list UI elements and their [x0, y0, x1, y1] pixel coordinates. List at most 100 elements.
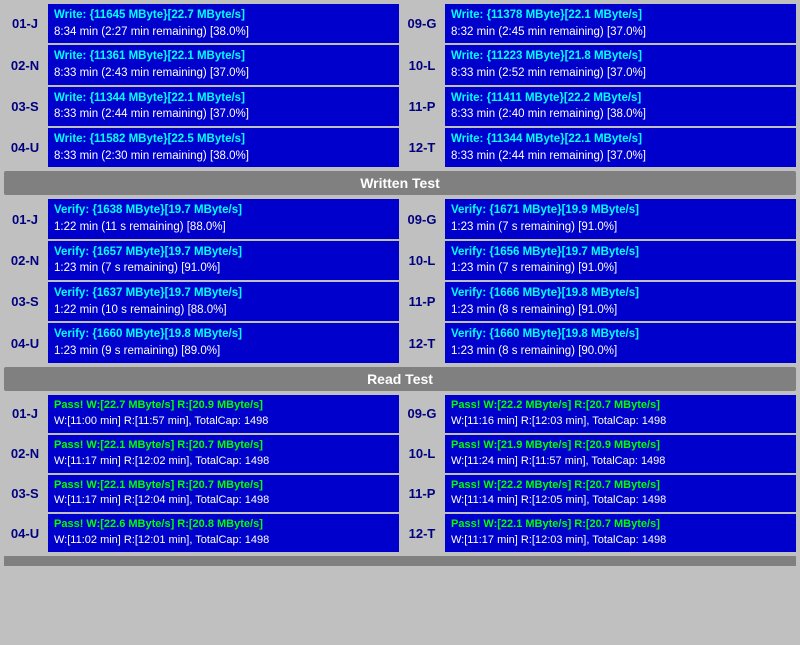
id-badge-left-3: 04-U — [4, 323, 46, 362]
row-right-2: 11-PWrite: {11411 MByte}[22.2 MByte/s]8:… — [401, 87, 796, 126]
read-test-header: Read Test — [4, 367, 796, 391]
row-right-0: 09-GWrite: {11378 MByte}[22.1 MByte/s]8:… — [401, 4, 796, 43]
cell-left-line1-0: Write: {11645 MByte}[22.7 MByte/s] — [54, 7, 393, 24]
main-container: 01-JWrite: {11645 MByte}[22.7 MByte/s]8:… — [0, 0, 800, 570]
data-row-1: 02-NWrite: {11361 MByte}[22.1 MByte/s]8:… — [4, 45, 796, 84]
cell-left-line2-2: 1:22 min (10 s remaining) [88.0%] — [54, 302, 393, 319]
cell-left-line2-3: 8:33 min (2:30 min remaining) [38.0%] — [54, 148, 393, 165]
pass-section: 01-JPass! W:[22.7 MByte/s] R:[20.9 MByte… — [4, 395, 796, 553]
cell-right-line2-3: W:[11:17 min] R:[12:03 min], TotalCap: 1… — [451, 533, 790, 549]
data-row-3: 04-U Verify: {1660 MByte}[19.8 MByte/s]1:… — [4, 323, 796, 362]
cell-right-line1-1: Verify: {1656 MByte}[19.7 MByte/s] — [451, 244, 790, 261]
id-badge-left-1: 02-N — [4, 435, 46, 473]
cell-right-line1-3: Pass! W:[22.1 MByte/s] R:[20.7 MByte/s] — [451, 517, 790, 533]
id-badge-right-1: 10-L — [401, 435, 443, 473]
row-left-1: 02-NWrite: {11361 MByte}[22.1 MByte/s]8:… — [4, 45, 399, 84]
row-right-1: 10-LVerify: {1656 MByte}[19.7 MByte/s]1:… — [401, 241, 796, 280]
cell-right-1: Verify: {1656 MByte}[19.7 MByte/s]1:23 m… — [445, 241, 796, 280]
id-badge-left-1: 02-N — [4, 241, 46, 280]
row-right-1: 10-L Write: {11223 MByte}[21.8 MByte/s]8:… — [401, 45, 796, 84]
cell-left-line1-2: Write: {11344 MByte}[22.1 MByte/s] — [54, 90, 393, 107]
id-badge-left-0: 01-J — [4, 4, 46, 43]
id-badge-right-0: 09-G — [401, 4, 443, 43]
cell-left-line1-2: Pass! W:[22.1 MByte/s] R:[20.7 MByte/s] — [54, 478, 393, 494]
cell-right-line2-0: W:[11:16 min] R:[12:03 min], TotalCap: 1… — [451, 414, 790, 430]
cell-left-line1-2: Verify: {1637 MByte}[19.7 MByte/s] — [54, 285, 393, 302]
cell-left-line1-1: Write: {11361 MByte}[22.1 MByte/s] — [54, 48, 393, 65]
row-left-3: 04-UWrite: {11582 MByte}[22.5 MByte/s]8:… — [4, 128, 399, 167]
id-badge-right-0: 09-G — [401, 199, 443, 238]
cell-left-2: Write: {11344 MByte}[22.1 MByte/s]8:33 m… — [48, 87, 399, 126]
id-badge-left-0: 01-J — [4, 199, 46, 238]
cell-right-line1-0: Verify: {1671 MByte}[19.9 MByte/s] — [451, 202, 790, 219]
id-badge-left-2: 03-S — [4, 475, 46, 513]
row-right-2: 11-PVerify: {1666 MByte}[19.8 MByte/s]1:… — [401, 282, 796, 321]
id-badge-right-1: 10-L — [401, 45, 443, 84]
row-right-3: 12-TPass! W:[22.1 MByte/s] R:[20.7 MByte… — [401, 514, 796, 552]
id-badge-left-0: 01-J — [4, 395, 46, 433]
row-right-0: 09-GPass! W:[22.2 MByte/s] R:[20.7 MByte… — [401, 395, 796, 433]
cell-left-line2-3: W:[11:02 min] R:[12:01 min], TotalCap: 1… — [54, 533, 393, 549]
cell-left-line2-2: 8:33 min (2:44 min remaining) [37.0%] — [54, 106, 393, 123]
cell-right-line1-0: Pass! W:[22.2 MByte/s] R:[20.7 MByte/s] — [451, 398, 790, 414]
cell-left-line2-1: 8:33 min (2:43 min remaining) [37.0%] — [54, 65, 393, 82]
cell-left-line2-1: 1:23 min (7 s remaining) [91.0%] — [54, 260, 393, 277]
cell-right-line1-1: Pass! W:[21.9 MByte/s] R:[20.9 MByte/s] — [451, 438, 790, 454]
cell-right-line2-1: 8:33 min (2:52 min remaining) [37.0%] — [451, 65, 790, 82]
bottom-bar — [4, 556, 796, 566]
write-section: 01-JWrite: {11645 MByte}[22.7 MByte/s]8:… — [4, 4, 796, 167]
cell-left-line2-2: W:[11:17 min] R:[12:04 min], TotalCap: 1… — [54, 493, 393, 509]
cell-right-line1-3: Write: {11344 MByte}[22.1 MByte/s] — [451, 131, 790, 148]
id-badge-right-2: 11-P — [401, 282, 443, 321]
cell-left-3: Pass! W:[22.6 MByte/s] R:[20.8 MByte/s]W… — [48, 514, 399, 552]
id-badge-right-0: 09-G — [401, 395, 443, 433]
cell-right-line1-0: Write: {11378 MByte}[22.1 MByte/s] — [451, 7, 790, 24]
id-badge-right-3: 12-T — [401, 128, 443, 167]
cell-right-3: Verify: {1660 MByte}[19.8 MByte/s]1:23 m… — [445, 323, 796, 362]
row-right-1: 10-LPass! W:[21.9 MByte/s] R:[20.9 MByte… — [401, 435, 796, 473]
cell-left-1: Pass! W:[22.1 MByte/s] R:[20.7 MByte/s]W… — [48, 435, 399, 473]
cell-right-1: Pass! W:[21.9 MByte/s] R:[20.9 MByte/s]W… — [445, 435, 796, 473]
cell-right-line2-2: 8:33 min (2:40 min remaining) [38.0%] — [451, 106, 790, 123]
data-row-2: 03-SWrite: {11344 MByte}[22.1 MByte/s]8:… — [4, 87, 796, 126]
row-left-2: 03-SWrite: {11344 MByte}[22.1 MByte/s]8:… — [4, 87, 399, 126]
cell-right-line1-2: Verify: {1666 MByte}[19.8 MByte/s] — [451, 285, 790, 302]
written-test-header: Written Test — [4, 171, 796, 195]
row-left-1: 02-NPass! W:[22.1 MByte/s] R:[20.7 MByte… — [4, 435, 399, 473]
cell-right-line1-2: Write: {11411 MByte}[22.2 MByte/s] — [451, 90, 790, 107]
cell-right-0: Write: {11378 MByte}[22.1 MByte/s]8:32 m… — [445, 4, 796, 43]
verify-section: 01-JVerify: {1638 MByte}[19.7 MByte/s]1:… — [4, 199, 796, 362]
cell-left-line2-0: 1:22 min (11 s remaining) [88.0%] — [54, 219, 393, 236]
cell-left-line1-3: Pass! W:[22.6 MByte/s] R:[20.8 MByte/s] — [54, 517, 393, 533]
cell-left-2: Verify: {1637 MByte}[19.7 MByte/s]1:22 m… — [48, 282, 399, 321]
cell-right-0: Pass! W:[22.2 MByte/s] R:[20.7 MByte/s]W… — [445, 395, 796, 433]
cell-left-line2-1: W:[11:17 min] R:[12:02 min], TotalCap: 1… — [54, 454, 393, 470]
row-left-3: 04-UVerify: {1660 MByte}[19.8 MByte/s]1:… — [4, 323, 399, 362]
cell-left-0: Pass! W:[22.7 MByte/s] R:[20.9 MByte/s]W… — [48, 395, 399, 433]
id-badge-left-3: 04-U — [4, 514, 46, 552]
data-row-3: 04-UWrite: {11582 MByte}[22.5 MByte/s]8:… — [4, 128, 796, 167]
cell-left-line2-3: 1:23 min (9 s remaining) [89.0%] — [54, 343, 393, 360]
cell-left-line2-0: W:[11:00 min] R:[11:57 min], TotalCap: 1… — [54, 414, 393, 430]
cell-right-line2-1: W:[11:24 min] R:[11:57 min], TotalCap: 1… — [451, 454, 790, 470]
cell-left-3: Write: {11582 MByte}[22.5 MByte/s]8:33 m… — [48, 128, 399, 167]
cell-right-line2-0: 1:23 min (7 s remaining) [91.0%] — [451, 219, 790, 236]
cell-right-3: Pass! W:[22.1 MByte/s] R:[20.7 MByte/s]W… — [445, 514, 796, 552]
data-row-3: 04-UPass! W:[22.6 MByte/s] R:[20.8 MByte… — [4, 514, 796, 552]
cell-left-0: Write: {11645 MByte}[22.7 MByte/s]8:34 m… — [48, 4, 399, 43]
data-row-0: 01-JPass! W:[22.7 MByte/s] R:[20.9 MByte… — [4, 395, 796, 433]
cell-left-line1-3: Write: {11582 MByte}[22.5 MByte/s] — [54, 131, 393, 148]
data-row-2: 03-SVerify: {1637 MByte}[19.7 MByte/s]1:… — [4, 282, 796, 321]
cell-right-line2-3: 1:23 min (8 s remaining) [90.0%] — [451, 343, 790, 360]
cell-left-1: Write: {11361 MByte}[22.1 MByte/s]8:33 m… — [48, 45, 399, 84]
cell-left-1: Verify: {1657 MByte}[19.7 MByte/s]1:23 m… — [48, 241, 399, 280]
id-badge-right-3: 12-T — [401, 323, 443, 362]
row-left-2: 03-S Pass! W:[22.1 MByte/s] R:[20.7 MByte… — [4, 475, 399, 513]
cell-right-line2-2: W:[11:14 min] R:[12:05 min], TotalCap: 1… — [451, 493, 790, 509]
cell-right-3: Write: {11344 MByte}[22.1 MByte/s]8:33 m… — [445, 128, 796, 167]
cell-left-0: Verify: {1638 MByte}[19.7 MByte/s]1:22 m… — [48, 199, 399, 238]
data-row-1: 02-NVerify: {1657 MByte}[19.7 MByte/s]1:… — [4, 241, 796, 280]
cell-right-2: Verify: {1666 MByte}[19.8 MByte/s]1:23 m… — [445, 282, 796, 321]
cell-right-line1-1: Write: {11223 MByte}[21.8 MByte/s] — [451, 48, 790, 65]
row-left-2: 03-SVerify: {1637 MByte}[19.7 MByte/s]1:… — [4, 282, 399, 321]
